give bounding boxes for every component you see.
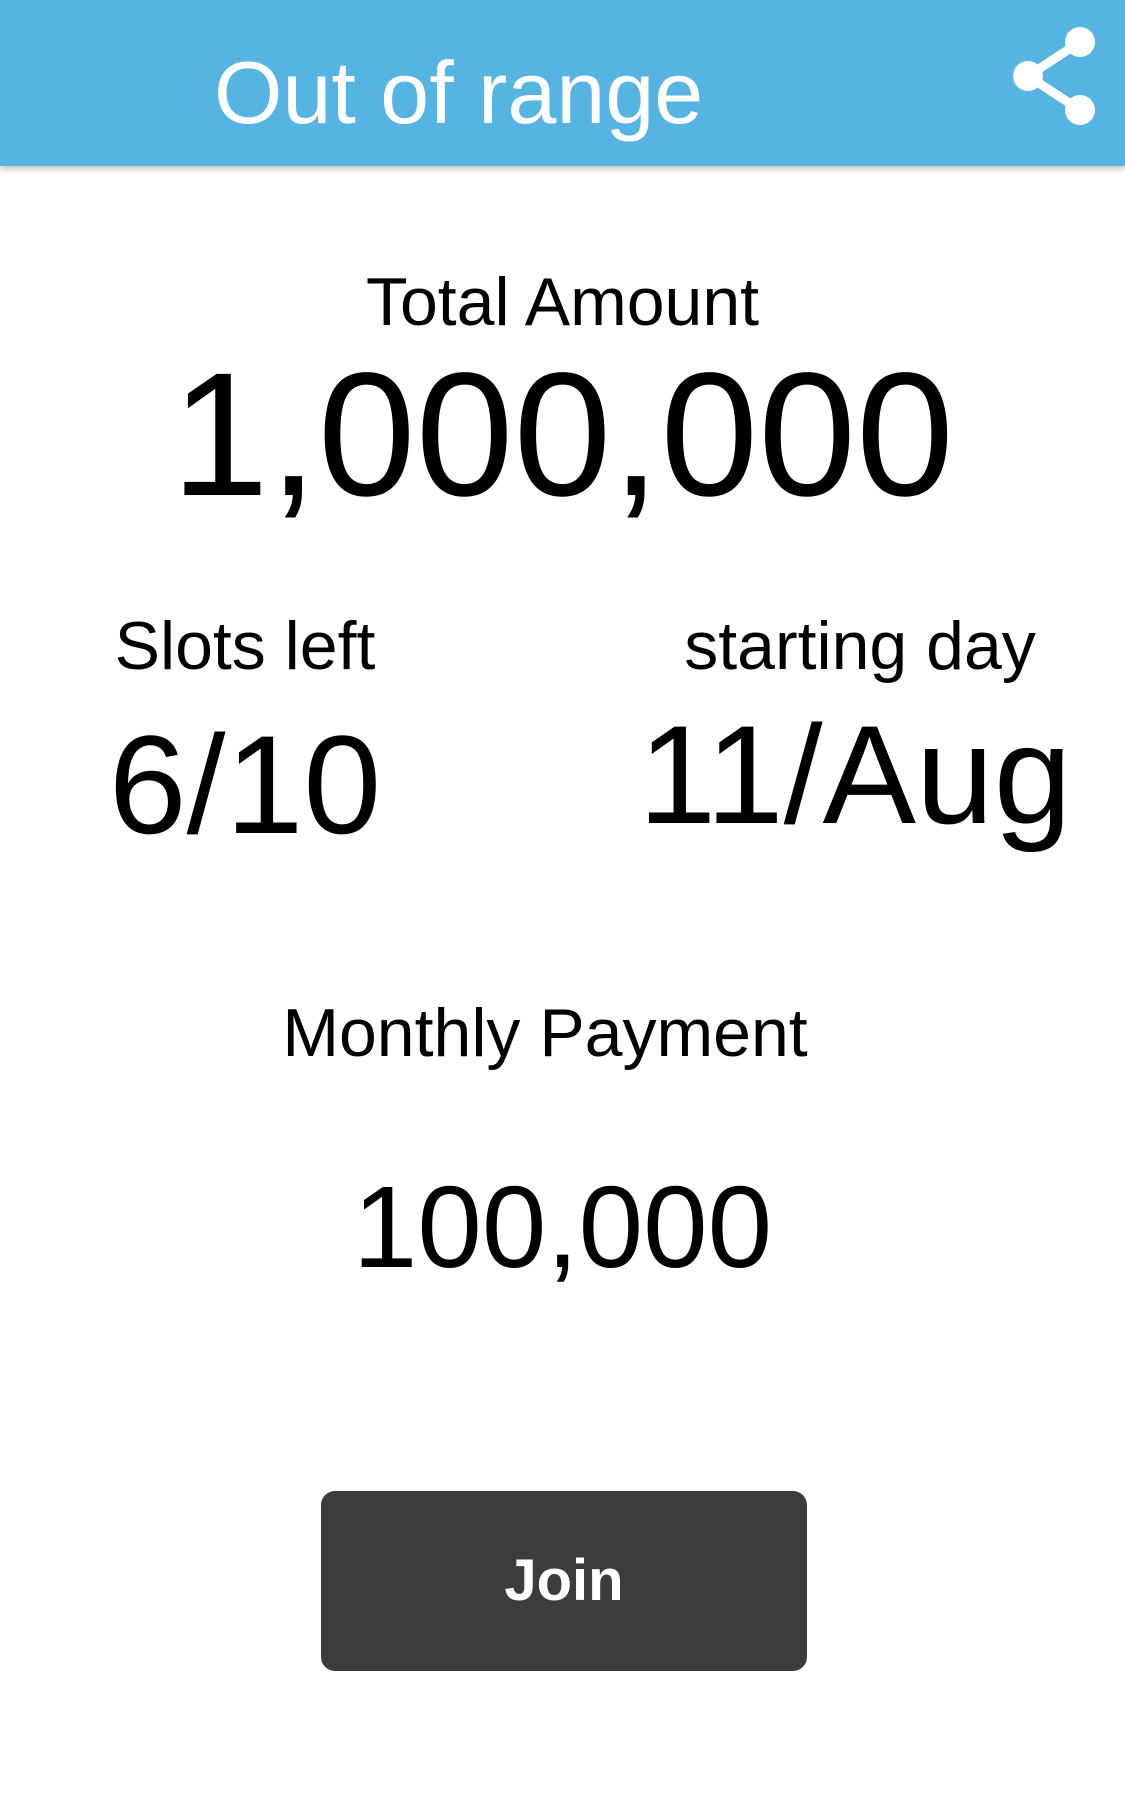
page-title: Out of range [214,43,704,142]
total-amount-label: Total Amount [365,264,760,340]
slots-left-value: 6/10 [108,706,382,863]
starting-day-value: 11/Aug [638,696,1072,853]
app-bar: Out of range [0,0,1125,166]
join-button[interactable]: Join [321,1491,807,1671]
monthly-payment-value: 100,000 [352,1162,773,1292]
total-amount-value: 1,000,000 [171,337,954,533]
share-icon [1000,22,1120,132]
monthly-payment-label: Monthly Payment [282,995,808,1071]
slots-left-label: Slots left [114,608,376,684]
share-button[interactable] [1000,22,1120,142]
starting-day-label: starting day [684,608,1036,684]
